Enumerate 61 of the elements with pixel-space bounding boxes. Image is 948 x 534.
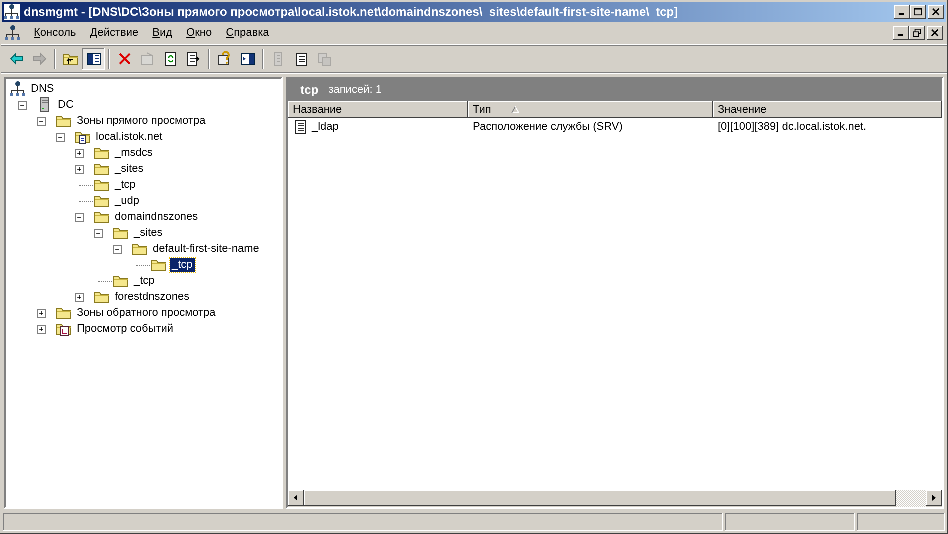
tree-item[interactable]: local.istok.net: [94, 130, 165, 144]
right-arrow-icon: [930, 494, 938, 502]
table-cell: _ldap: [312, 121, 339, 133]
tree-item[interactable]: Зоны обратного просмотра: [75, 306, 218, 320]
table-cell: Расположение службы (SRV): [473, 121, 623, 133]
menu-item[interactable]: Окно: [180, 27, 220, 39]
close-button[interactable]: [927, 26, 943, 40]
column-header[interactable]: Значение: [713, 101, 942, 118]
tree-item[interactable]: DNS: [29, 82, 56, 96]
tree-item[interactable]: _tcp: [170, 258, 195, 272]
sort-arrow-icon: [511, 106, 520, 114]
tree-item[interactable]: forestdnszones: [113, 290, 192, 304]
maximize-button[interactable]: [910, 5, 926, 19]
table-cell: [0][100][389] dc.local.istok.net.: [718, 121, 867, 133]
network-icon: [5, 25, 21, 41]
scroll-left-button[interactable]: [288, 490, 304, 506]
tree-item[interactable]: _msdcs: [113, 146, 155, 160]
tree-item[interactable]: default-first-site-name: [151, 242, 262, 256]
tree-item[interactable]: _tcp: [132, 274, 157, 288]
column-header[interactable]: Название: [288, 101, 468, 118]
collapse-icon[interactable]: [75, 212, 84, 222]
tree-item[interactable]: domaindnszones: [113, 210, 200, 224]
close-icon: [932, 8, 940, 16]
collapse-icon[interactable]: [18, 100, 27, 110]
left-arrow-icon: [292, 494, 300, 502]
menu-item[interactable]: Консоль: [27, 27, 84, 39]
expand-icon[interactable]: [75, 292, 84, 302]
tree-item[interactable]: _udp: [113, 194, 142, 208]
collapse-icon[interactable]: [113, 244, 122, 254]
minimize-button[interactable]: [894, 5, 910, 19]
tree-item[interactable]: _sites: [113, 162, 146, 176]
menu-item[interactable]: Справка: [219, 27, 276, 39]
restore-button[interactable]: [909, 26, 925, 40]
tree-item[interactable]: _tcp: [113, 178, 138, 192]
network-icon: [10, 81, 26, 97]
column-header[interactable]: Тип: [468, 101, 713, 118]
expand-icon[interactable]: [75, 148, 84, 158]
tree-pane-icon[interactable]: [82, 48, 105, 70]
window-title: dnsmgmt - [DNS\DC\Зоны прямого просмотра\local.istok.net\domaindnszones\_sites\default-first-site-name\_tcp]: [24, 5, 680, 19]
expand-icon[interactable]: [37, 308, 46, 318]
collapse-icon[interactable]: [94, 228, 103, 238]
tree-item[interactable]: _sites: [132, 226, 165, 240]
document-icon: [293, 119, 309, 135]
close-button[interactable]: [928, 5, 944, 19]
maximize-icon: [914, 8, 922, 16]
close-icon: [930, 29, 940, 37]
tree-item[interactable]: Просмотр событий: [75, 322, 176, 336]
menu-item[interactable]: Вид: [146, 27, 180, 39]
menu-item[interactable]: Действие: [83, 27, 146, 39]
collapse-icon[interactable]: [37, 116, 46, 126]
restore-icon: [912, 29, 922, 37]
record-count: записей: 1: [328, 84, 382, 96]
scroll-right-button[interactable]: [926, 490, 942, 506]
tree-item[interactable]: Зоны прямого просмотра: [75, 114, 208, 128]
expand-icon[interactable]: [37, 324, 46, 334]
pane-title: _tcp: [294, 83, 319, 97]
collapse-icon[interactable]: [56, 132, 65, 142]
tree-item[interactable]: DC: [56, 98, 76, 112]
minimize-button[interactable]: [893, 26, 909, 40]
network-icon: [4, 4, 20, 20]
expand-icon[interactable]: [75, 164, 84, 174]
